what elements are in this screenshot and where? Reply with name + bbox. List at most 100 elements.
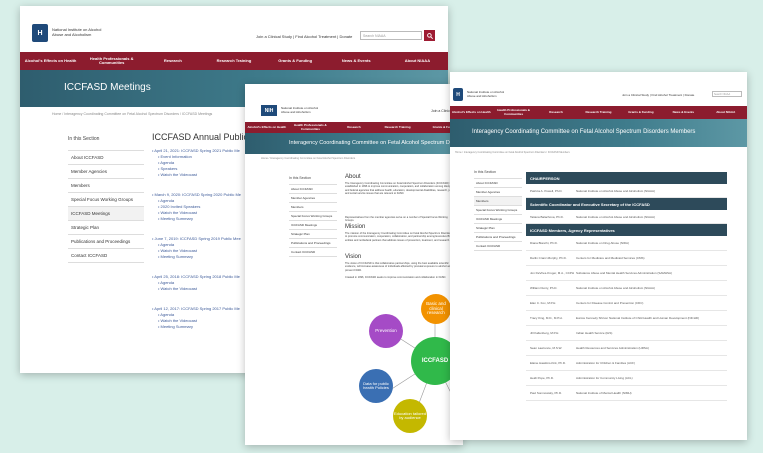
nav-item[interactable]: Health Professionals & Communities: [492, 106, 534, 119]
event-sublink[interactable]: • Meeting Summary: [152, 216, 241, 222]
logo-line-2: Abuse and Alcoholism: [467, 93, 497, 98]
sidebar-item[interactable]: Special Focus Working Groups: [68, 193, 144, 207]
event-sublink[interactable]: • Meeting Summary: [152, 324, 241, 330]
nav-item[interactable]: About NIAAA: [705, 106, 747, 119]
banner-title: Interagency Coordinating Committee on Fe…: [289, 140, 454, 146]
sidebar-item[interactable]: Contact ICCFASD: [68, 249, 144, 263]
sidebar-item[interactable]: Publications and Proceedings: [474, 233, 522, 242]
nav-item[interactable]: Research: [142, 52, 203, 70]
nih-logo-icon: H: [32, 24, 48, 42]
sidebar-item[interactable]: About ICCFASD: [289, 185, 337, 194]
nav-item[interactable]: Research Training: [376, 122, 420, 133]
nav-item[interactable]: Grants & Funding: [620, 106, 662, 119]
sidebar-item[interactable]: Members: [289, 203, 337, 212]
vision-text: The vision of ICCFASD is that collaborat…: [345, 262, 452, 272]
table-section-header: Scientific Coordinator and Executive Sec…: [526, 198, 727, 210]
table-row: Patricia A. Powell, Ph.D. National Instit…: [526, 184, 727, 198]
nav-item[interactable]: Research Training: [577, 106, 619, 119]
sidebar-item[interactable]: About ICCFASD: [474, 179, 522, 188]
iccfasd-diagram: Basic and clinical research Prevention I…: [355, 289, 463, 445]
sidebar-item[interactable]: Members: [68, 179, 144, 193]
table-section-header: CHAIRPERSON: [526, 172, 727, 184]
breadcrumb[interactable]: Home / Interagency Coordinating Committe…: [52, 112, 212, 116]
sidebar-item[interactable]: ICCFASD Meetings: [289, 221, 337, 230]
sidebar-item[interactable]: Special Focus Working Groups: [289, 212, 337, 221]
nav-item[interactable]: Research: [535, 106, 577, 119]
vision-text-2: Created in 1996, ICCFASD seeks to improv…: [345, 276, 447, 279]
page-banner: Interagency Coordinating Committee on Fe…: [245, 133, 463, 154]
sidebar-item[interactable]: Contact ICCFASD: [289, 248, 337, 257]
mission-heading: Mission: [345, 224, 366, 230]
table-row: Jon DeVries-Kruger, M.A., CCPH Substance …: [526, 266, 727, 281]
sidebar-item[interactable]: Strategic Plan: [474, 224, 522, 233]
niaaa-logo[interactable]: NIH National Institute on Alcohol Abuse …: [261, 105, 318, 116]
event-group: • April 21, 2021: ICCFASD Spring 2021 Pu…: [152, 148, 241, 178]
diagram-node-prevention: Prevention: [369, 314, 403, 348]
event-sublink[interactable]: • Watch the Videocast: [152, 286, 241, 292]
utility-links[interactable]: Join a Clinical Study | Find Alcohol Tre…: [622, 93, 694, 97]
nav-item[interactable]: News & Events: [662, 106, 704, 119]
niaaa-logo[interactable]: H National Institute on Alcohol Abuse an…: [453, 88, 504, 101]
diagram-node-education: Education tailored by audience: [393, 399, 427, 433]
sidebar-item[interactable]: Publications and Proceedings: [68, 235, 144, 249]
search-icon: [426, 32, 433, 39]
main-navigation: Alcohol's Effects on Health Health Profe…: [245, 122, 463, 133]
nih-logo-icon: NIH: [261, 105, 277, 116]
breadcrumb[interactable]: Home / Interagency Coordinating Committe…: [261, 157, 355, 160]
nav-item[interactable]: Research Training: [203, 52, 264, 70]
nav-item[interactable]: Health Professionals & Communities: [81, 52, 142, 70]
table-row: Tatiana Balachova, Ph.D. National Institu…: [526, 210, 727, 224]
table-row: Paul Somnowsky, Ph.D. National Institute …: [526, 386, 727, 401]
sidebar-heading: In this Section: [68, 136, 100, 142]
nav-item[interactable]: Alcohol's Effects on Health: [20, 52, 81, 70]
sidebar-item[interactable]: Members: [474, 197, 522, 206]
members-page-screenshot: H National Institute on Alcohol Abuse an…: [450, 72, 747, 440]
sidebar-menu: About ICCFASD Member Agencies Members Sp…: [68, 150, 144, 263]
sidebar-heading: In this Section: [474, 170, 496, 174]
members-table: CHAIRPERSON Patricia A. Powell, Ph.D. Nat…: [526, 172, 727, 401]
sidebar-item[interactable]: Contact ICCFASD: [474, 242, 522, 251]
diagram-node-data: Data for public health Policies: [359, 369, 393, 403]
event-sublink[interactable]: • Meeting Summary: [152, 254, 241, 260]
breadcrumb[interactable]: Home / Interagency Coordinating Committe…: [455, 151, 570, 154]
nav-item[interactable]: Research: [332, 122, 376, 133]
table-row: William Dunty, Ph.D. National Institute o…: [526, 281, 727, 296]
sidebar-item[interactable]: Strategic Plan: [68, 221, 144, 235]
table-row: Diana Bianchi, Ph.D. National Institute o…: [526, 236, 727, 251]
sidebar-item[interactable]: Strategic Plan: [289, 230, 337, 239]
niaaa-logo[interactable]: H National Institute on Alcohol Abuse an…: [32, 24, 101, 42]
nav-item[interactable]: Alcohol's Effects on Health: [450, 106, 492, 119]
logo-line-2: Abuse and Alcoholism: [281, 109, 311, 114]
search-input[interactable]: Search NIAAA: [712, 91, 742, 97]
banner-title: ICCFASD Meetings: [64, 82, 151, 93]
table-section-header: ICCFASD Members, Agency Representatives: [526, 224, 727, 236]
table-row: Elaine Hawkins-Kirk, Ph.D. Administration…: [526, 356, 727, 371]
main-navigation: Alcohol's Effects on Health Health Profe…: [20, 52, 448, 70]
sidebar-item[interactable]: Special Focus Working Groups: [474, 206, 522, 215]
table-row: Heidi Pope, Ph.D. Administration for Comm…: [526, 371, 727, 386]
sidebar-item[interactable]: Member Agencies: [474, 188, 522, 197]
sidebar-item[interactable]: Member Agencies: [68, 165, 144, 179]
utility-links[interactable]: Join a Clinical Study | Find Alcohol Tre…: [256, 34, 352, 39]
event-sublink[interactable]: • Watch the Videocast: [152, 172, 241, 178]
table-row: Elan C. Fox, M.P.H. Centers for Disease C…: [526, 296, 727, 311]
event-group: • March 9, 2020: ICCFASD Spring 2020 Pub…: [152, 192, 241, 222]
sidebar-item[interactable]: Member Agencies: [289, 194, 337, 203]
nav-item[interactable]: About NIAAA: [387, 52, 448, 70]
sidebar-item[interactable]: Publications and Proceedings: [289, 239, 337, 248]
search-button[interactable]: [424, 30, 435, 41]
nav-item[interactable]: Health Professionals & Communities: [289, 122, 333, 133]
table-row: Sean Lawrence, M.S.W. Health Resources an…: [526, 341, 727, 356]
search-input[interactable]: Search NIAAA: [360, 31, 422, 40]
table-row: Darlin Cranz-Murphy, Ph.D. Centers for Me…: [526, 251, 727, 266]
sidebar-item[interactable]: About ICCFASD: [68, 151, 144, 165]
nav-item[interactable]: News & Events: [326, 52, 387, 70]
diagram-node-research: Basic and clinical research: [421, 294, 451, 324]
banner-title: Interagency Coordinating Committee on Fe…: [472, 129, 696, 135]
nav-item[interactable]: Grants & Funding: [265, 52, 326, 70]
sidebar-menu: About ICCFASD Member Agencies Members Sp…: [474, 178, 522, 251]
sidebar-item[interactable]: ICCFASD Meetings: [474, 215, 522, 224]
nav-item[interactable]: Alcohol's Effects on Health: [245, 122, 289, 133]
sidebar-menu: About ICCFASD Member Agencies Members Sp…: [289, 184, 337, 257]
sidebar-item[interactable]: ICCFASD Meetings: [68, 207, 144, 221]
